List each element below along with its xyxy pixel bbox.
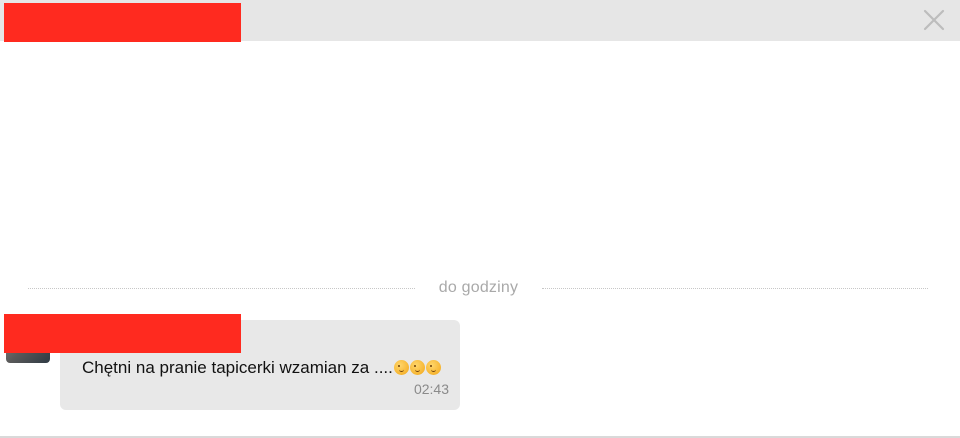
divider-label: do godziny [438,279,519,296]
message-text-line: Chętni na pranie tapicerki wzamian za ..… [82,358,441,378]
winking-face-emoji-icon [393,360,409,375]
time-divider: do godziny [0,276,960,300]
divider-line-left [28,288,415,289]
redacted-contact-name [4,3,241,42]
winking-face-emoji-icon [409,360,425,375]
divider-line-right [542,288,928,289]
message-timestamp: 02:43 [413,381,449,397]
chat-window: do godziny Chętni na pranie tapicerki wz… [0,0,960,438]
winking-face-emoji-icon [425,360,441,375]
message-text: Chętni na pranie tapicerki wzamian za ..… [82,358,393,377]
close-icon[interactable] [922,8,946,32]
redacted-sender-name [4,314,241,353]
chat-header [0,0,960,42]
